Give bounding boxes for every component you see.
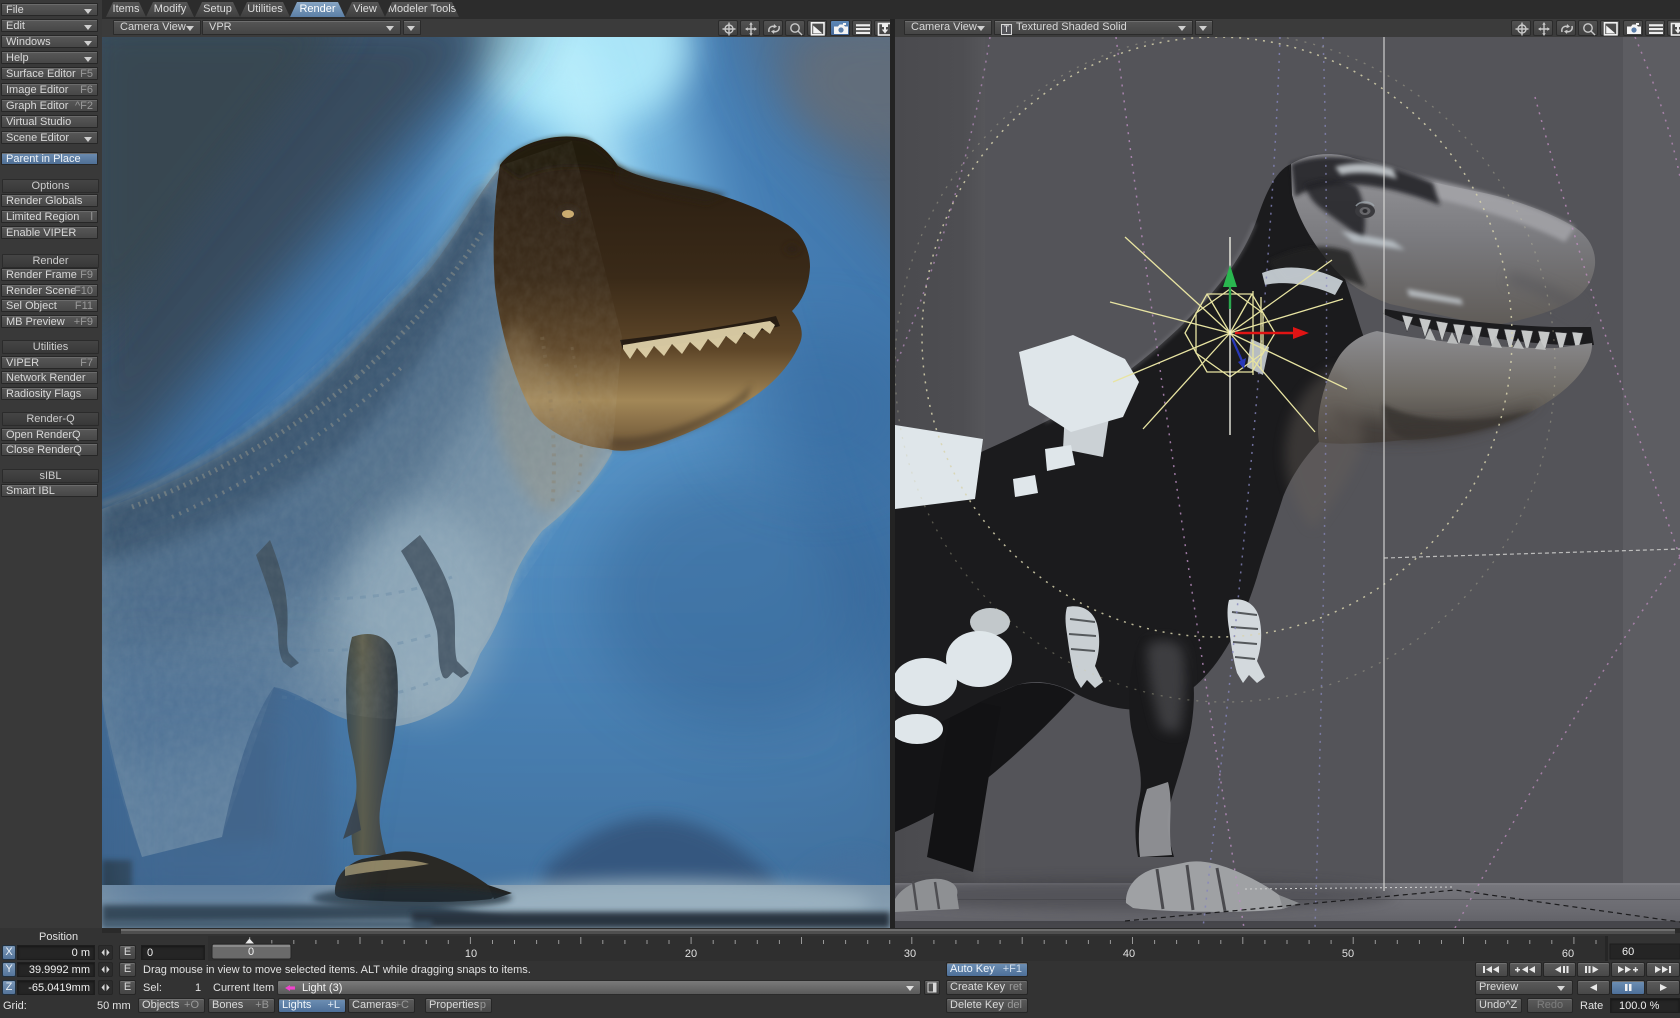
svg-text:0: 0 (248, 946, 254, 958)
svg-text:60: 60 (1622, 946, 1634, 958)
svg-text:10: 10 (465, 948, 477, 960)
svg-text:50: 50 (1342, 948, 1354, 960)
svg-text:20: 20 (685, 948, 697, 960)
svg-text:40: 40 (1123, 948, 1135, 960)
svg-text:60: 60 (1562, 948, 1574, 960)
svg-text:30: 30 (904, 948, 916, 960)
